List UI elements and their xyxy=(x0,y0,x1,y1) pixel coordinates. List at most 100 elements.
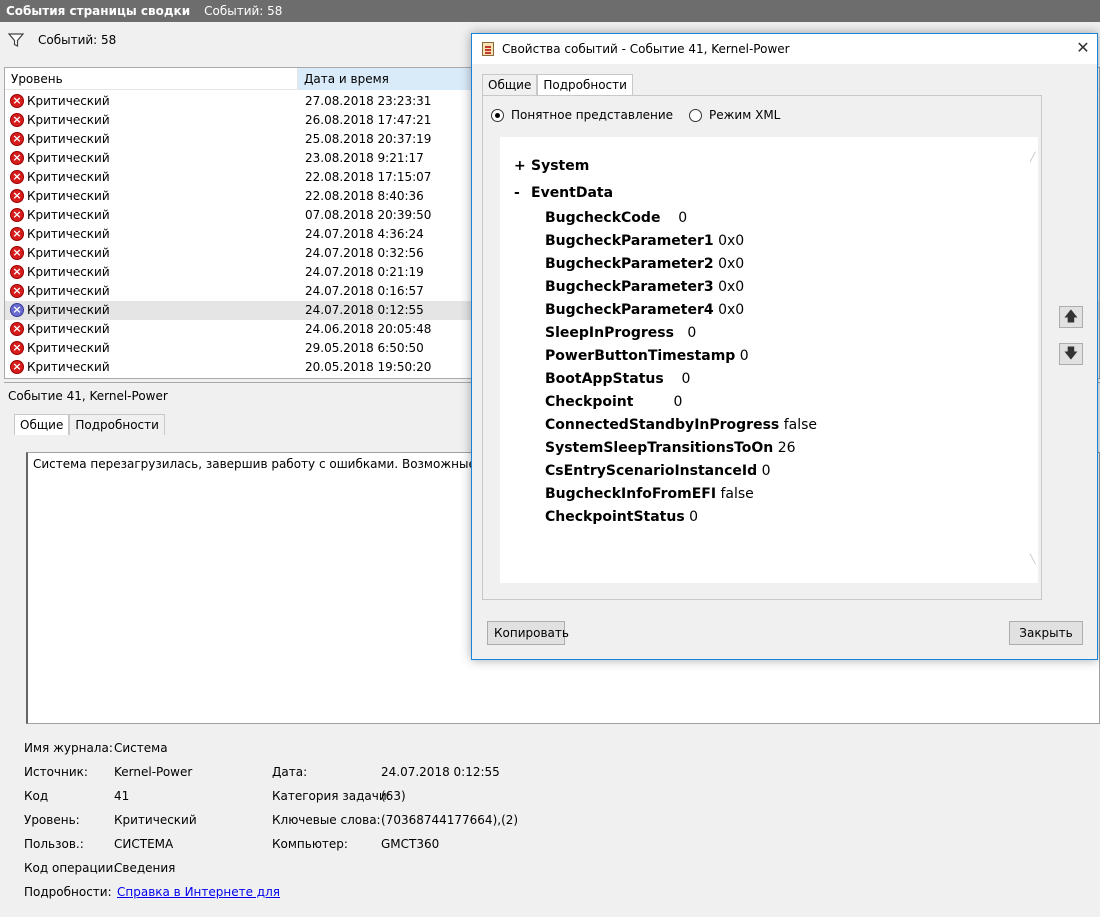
tab-general[interactable]: Общие xyxy=(14,414,70,435)
tree-node-label: EventData xyxy=(531,185,614,201)
row-level: Критический xyxy=(27,94,110,108)
critical-error-icon: × xyxy=(10,360,24,374)
row-date: 24.06.2018 20:05:48 xyxy=(305,322,432,336)
item-key: SleepInProgress xyxy=(545,325,674,341)
computer-value: GMCT360 xyxy=(381,837,440,851)
date-value: 24.07.2018 0:12:55 xyxy=(381,765,500,779)
row-date: 20.05.2018 19:50:20 xyxy=(305,360,432,374)
collapse-icon[interactable]: - xyxy=(514,185,520,201)
log-name-value: Система xyxy=(114,741,168,755)
previous-event-button[interactable]: 🡅 xyxy=(1059,306,1083,328)
event-preview-title: Событие 41, Kernel-Power xyxy=(8,389,168,403)
scroll-down-mark: ╲ xyxy=(1030,555,1036,565)
online-help-link[interactable]: Справка в Интернете для xyxy=(117,885,280,899)
critical-error-icon: × xyxy=(10,151,24,165)
column-header-level[interactable]: Уровень xyxy=(5,68,298,90)
expand-icon[interactable]: + xyxy=(514,158,526,174)
item-value: 0x0 xyxy=(718,256,745,272)
critical-error-icon: × xyxy=(10,227,24,241)
item-key: BugcheckParameter2 xyxy=(545,256,714,272)
row-level: Критический xyxy=(27,189,110,203)
critical-error-icon: × xyxy=(10,322,24,336)
event-data-item: SystemSleepTransitionsToOn 26 xyxy=(545,440,796,456)
dialog-title: Свойства событий - Событие 41, Kernel-Po… xyxy=(502,42,790,56)
dialog-titlebar[interactable]: Свойства событий - Событие 41, Kernel-Po… xyxy=(472,34,1097,64)
item-key: BugcheckInfoFromEFI xyxy=(545,486,717,502)
critical-error-icon: × xyxy=(10,132,24,146)
copy-button[interactable]: Копировать xyxy=(487,621,569,645)
event-data-item: BugcheckParameter1 0x0 xyxy=(545,233,744,249)
keywords-label: Ключевые слова: xyxy=(272,813,381,827)
summary-event-count: Событий: 58 xyxy=(204,4,283,18)
event-data-item: ConnectedStandbyInProgress false xyxy=(545,417,817,433)
row-date: 24.07.2018 0:21:19 xyxy=(305,265,424,279)
item-key: ConnectedStandbyInProgress xyxy=(545,417,780,433)
filter-icon[interactable] xyxy=(8,32,24,48)
arrow-down-icon: 🡇 xyxy=(1063,346,1079,362)
row-level: Критический xyxy=(27,113,110,127)
critical-error-icon: × xyxy=(10,170,24,184)
row-level: Критический xyxy=(27,341,110,355)
tab-general[interactable]: Общие xyxy=(482,74,538,95)
close-icon[interactable]: ✕ xyxy=(1072,37,1094,59)
item-key: BugcheckParameter4 xyxy=(545,302,714,318)
item-value: 0 xyxy=(678,210,688,226)
event-data-item: BugcheckParameter3 0x0 xyxy=(545,279,744,295)
event-data-item: BugcheckInfoFromEFI false xyxy=(545,486,754,502)
scroll-up-mark: ╱ xyxy=(1030,153,1036,163)
source-value: Kernel-Power xyxy=(114,765,193,779)
row-date: 24.07.2018 4:36:24 xyxy=(305,227,424,241)
item-value: 26 xyxy=(777,440,796,456)
critical-error-icon: × xyxy=(10,246,24,260)
critical-error-icon: × xyxy=(10,189,24,203)
row-level: Критический xyxy=(27,208,110,222)
log-name-label: Имя журнала: xyxy=(24,741,113,755)
critical-error-icon: × xyxy=(10,94,24,108)
event-data-item: BugcheckCode 0 xyxy=(545,210,687,226)
item-value: 0 xyxy=(673,394,683,410)
radio-xml-view[interactable]: Режим XML xyxy=(689,108,780,122)
tab-details[interactable]: Подробности xyxy=(69,414,165,435)
tab-details[interactable]: Подробности xyxy=(537,74,633,95)
critical-error-icon: × xyxy=(10,265,24,279)
level-label: Уровень: xyxy=(24,813,80,827)
level-value: Критический xyxy=(114,813,197,827)
row-level: Критический xyxy=(27,322,110,336)
event-data-item: Checkpoint 0 xyxy=(545,394,682,410)
event-data-view[interactable]: ╱ + System - EventData BugcheckCode 0 Bu… xyxy=(500,137,1038,583)
arrow-up-icon: 🡅 xyxy=(1063,309,1079,325)
row-level: Критический xyxy=(27,360,110,374)
row-date: 26.08.2018 17:47:21 xyxy=(305,113,432,127)
source-label: Источник: xyxy=(24,765,88,779)
item-key: BootAppStatus xyxy=(545,371,664,387)
close-button[interactable]: Закрыть xyxy=(1009,621,1083,645)
item-key: CheckpointStatus xyxy=(545,509,685,525)
item-key: SystemSleepTransitionsToOn xyxy=(545,440,774,456)
item-key: BugcheckParameter1 xyxy=(545,233,714,249)
row-date: 23.08.2018 9:21:17 xyxy=(305,151,424,165)
event-data-item: PowerButtonTimestamp 0 xyxy=(545,348,749,364)
computer-label: Компьютер: xyxy=(272,837,348,851)
task-category-value: (63) xyxy=(381,789,406,803)
event-code-label: Код xyxy=(24,789,49,803)
critical-error-icon: × xyxy=(10,303,24,317)
task-category-label: Категория задачи: xyxy=(272,789,391,803)
row-date: 22.08.2018 17:15:07 xyxy=(305,170,432,184)
row-level: Критический xyxy=(27,246,110,260)
row-level: Критический xyxy=(27,284,110,298)
row-date: 25.08.2018 20:37:19 xyxy=(305,132,432,146)
next-event-button[interactable]: 🡇 xyxy=(1059,343,1083,365)
item-value: 0 xyxy=(761,463,771,479)
row-date: 24.07.2018 0:16:57 xyxy=(305,284,424,298)
item-value: 0x0 xyxy=(718,279,745,295)
radio-unselected-icon xyxy=(689,108,702,122)
row-date: 24.07.2018 0:12:55 xyxy=(305,303,424,317)
radio-friendly-view[interactable]: Понятное представление xyxy=(491,108,673,122)
row-date: 29.05.2018 6:50:50 xyxy=(305,341,424,355)
critical-error-icon: × xyxy=(10,113,24,127)
row-level: Критический xyxy=(27,132,110,146)
row-date: 22.08.2018 8:40:36 xyxy=(305,189,424,203)
event-data-item: CheckpointStatus 0 xyxy=(545,509,698,525)
event-log-icon xyxy=(482,42,494,56)
event-data-item: BugcheckParameter4 0x0 xyxy=(545,302,744,318)
